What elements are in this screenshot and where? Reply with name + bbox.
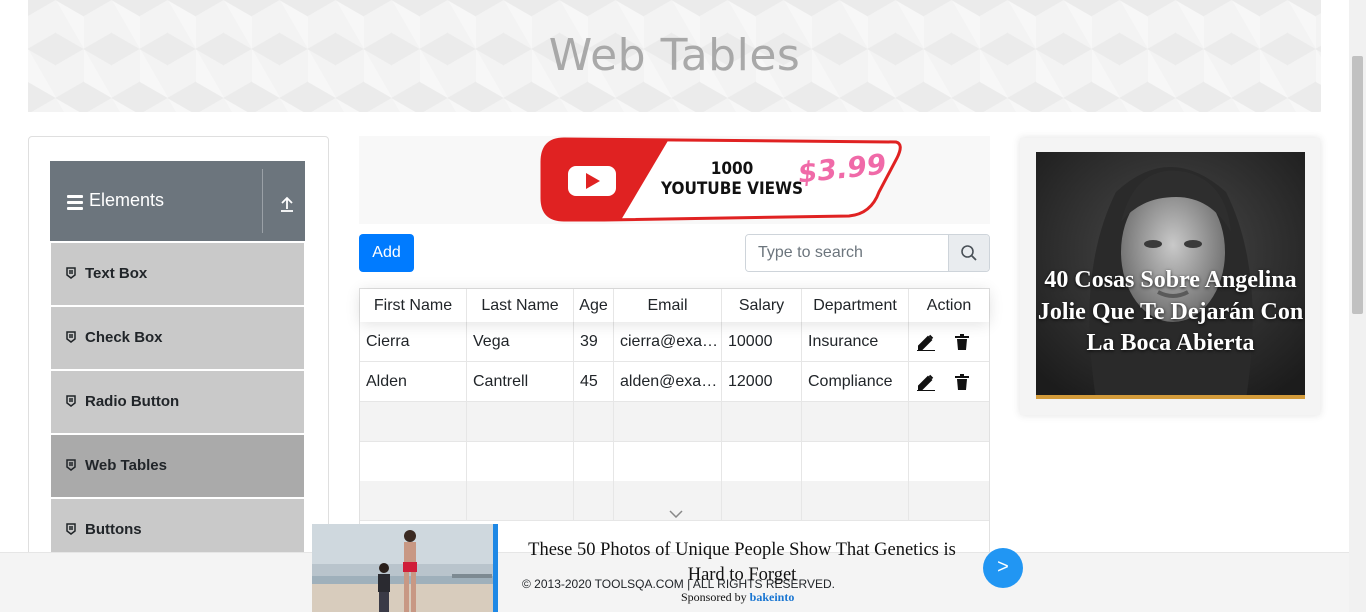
cell-last-name: Vega — [467, 322, 574, 361]
cell-action — [909, 322, 989, 361]
scrollbar-thumb[interactable] — [1352, 56, 1363, 314]
cell-age: 39 — [574, 322, 614, 361]
delete-icon[interactable] — [953, 333, 971, 351]
cell-department: Insurance — [802, 322, 909, 361]
side-ad[interactable]: 40 Cosas Sobre Angelina Jolie Que Te Dej… — [1020, 138, 1320, 415]
empty-table-row — [360, 402, 989, 442]
column-header-salary[interactable]: Salary — [722, 289, 802, 322]
badge-icon — [66, 395, 76, 407]
cell-action — [909, 362, 989, 401]
column-header-action: Action — [926, 297, 972, 314]
ad-views-label: YOUTUBE VIEWS — [660, 179, 803, 199]
sidebar-item-label: Buttons — [85, 521, 142, 538]
sidebar-item-label: Check Box — [85, 329, 163, 346]
hamburger-icon — [67, 195, 83, 210]
search-input[interactable] — [746, 235, 949, 271]
ad-caption: 40 Cosas Sobre Angelina Jolie Que Te Dej… — [1037, 267, 1304, 356]
page: Web Tables Elements Text Box Check Box R… — [0, 0, 1366, 612]
sidebar-item-text-box[interactable]: Text Box — [51, 243, 304, 305]
cell-age: 45 — [574, 362, 614, 401]
delete-icon[interactable] — [953, 373, 971, 391]
column-header-department[interactable]: Department — [802, 289, 909, 322]
chevron-down-icon — [669, 510, 683, 518]
badge-icon — [66, 523, 76, 535]
cell-salary: 10000 — [722, 322, 802, 361]
column-header-email[interactable]: Email — [614, 289, 722, 322]
badge-icon — [66, 331, 76, 343]
sidebar-item-label: Web Tables — [85, 457, 167, 474]
cell-salary: 12000 — [722, 362, 802, 401]
page-title: Web Tables — [548, 30, 801, 81]
bottom-ad[interactable]: These 50 Photos of Unique People Show Th… — [312, 524, 1024, 612]
sidebar-item-web-tables[interactable]: Web Tables — [51, 435, 304, 497]
sidebar-item-radio-button[interactable]: Radio Button — [51, 371, 304, 433]
column-header-age[interactable]: Age — [574, 289, 614, 322]
empty-table-row — [360, 442, 989, 482]
cell-first-name: Cierra — [360, 322, 467, 361]
group-title: Elements — [89, 190, 165, 210]
cell-first-name: Alden — [360, 362, 467, 401]
ad-photo: 40 Cosas Sobre Angelina Jolie Que Te Dej… — [1036, 152, 1305, 399]
cell-last-name: Cantrell — [467, 362, 574, 401]
column-header-last-name[interactable]: Last Name — [467, 289, 574, 322]
page-banner: Web Tables — [28, 0, 1321, 112]
sidebar-item-label: Text Box — [85, 265, 148, 282]
youtube-ad-graphic: 1000 YOUTUBE VIEWS $3.99 — [540, 137, 902, 222]
collapse-arrow-icon[interactable] — [278, 195, 296, 213]
beach-couple-image — [312, 524, 493, 612]
search-box — [745, 234, 990, 272]
bottom-ad-sponsor: Sponsored by bakeinto — [681, 590, 794, 605]
bottom-ad-accent — [493, 524, 498, 612]
search-icon — [961, 245, 977, 261]
sidebar-item-check-box[interactable]: Check Box — [51, 307, 304, 369]
column-header-first-name[interactable]: First Name — [360, 289, 467, 322]
cell-email: cierra@example.com — [614, 322, 722, 361]
bottom-ad-headline[interactable]: These 50 Photos of Unique People Show Th… — [513, 538, 971, 588]
ad-views-number: 1000 — [711, 159, 754, 179]
bottom-ad-photo — [312, 524, 493, 612]
header-divider — [262, 169, 263, 233]
badge-icon — [66, 459, 76, 471]
badge-icon — [66, 267, 76, 279]
cell-email: alden@example.com — [614, 362, 722, 401]
bottom-ad-next-button[interactable]: > — [983, 548, 1023, 588]
sponsor-prefix: Sponsored by — [681, 590, 747, 604]
cell-department: Compliance — [802, 362, 909, 401]
table-header-row: First Name Last Name Age Email Salary De… — [360, 289, 989, 322]
vertical-scrollbar[interactable] — [1349, 0, 1366, 612]
ad-accent-bar — [1036, 395, 1305, 399]
elements-group-header[interactable]: Elements — [50, 161, 305, 241]
edit-icon[interactable] — [917, 333, 935, 351]
sidebar-item-label: Radio Button — [85, 393, 180, 410]
table-row: Cierra Vega 39 cierra@example.com 10000 … — [360, 322, 989, 362]
sponsor-name[interactable]: bakeinto — [750, 590, 795, 604]
table-row: Alden Cantrell 45 alden@example.com 1200… — [360, 362, 989, 402]
youtube-views-ad[interactable]: 1000 YOUTUBE VIEWS $3.99 — [359, 136, 990, 224]
edit-icon[interactable] — [917, 373, 935, 391]
add-button[interactable]: Add — [359, 234, 414, 272]
search-button[interactable] — [948, 235, 989, 271]
